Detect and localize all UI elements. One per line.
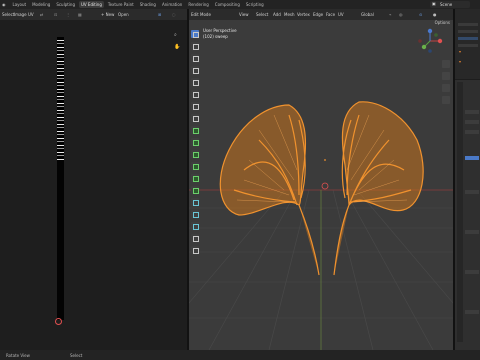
- ortho-toggle-icon[interactable]: [442, 96, 450, 104]
- move-tool[interactable]: [191, 54, 199, 62]
- tab-texture-paint[interactable]: Texture Paint: [106, 1, 136, 8]
- workspace-tabs: ◉ Layout Modeling Sculpting UV Editing T…: [0, 0, 268, 9]
- top-bar: ◉ Layout Modeling Sculpting UV Editing T…: [0, 0, 480, 9]
- scene-name: Scene: [440, 2, 453, 7]
- pan-view-icon[interactable]: [442, 72, 450, 80]
- uv-2d-cursor[interactable]: [55, 318, 62, 325]
- scene-icon: ▣: [432, 1, 436, 6]
- open-image-button[interactable]: Open: [118, 12, 129, 17]
- outliner-panel[interactable]: ▾ ▾: [455, 9, 480, 79]
- navigation-gizmo[interactable]: [415, 26, 445, 56]
- shading-icon[interactable]: ●: [433, 12, 437, 17]
- proportional-icon[interactable]: ◎: [399, 12, 403, 17]
- tab-animation[interactable]: Animation: [160, 1, 184, 8]
- property-field-active[interactable]: [465, 156, 479, 160]
- outliner-row[interactable]: [458, 23, 478, 26]
- poly-build-tool[interactable]: [191, 198, 199, 206]
- uv-image-menu[interactable]: Image: [14, 12, 27, 17]
- measure-tool[interactable]: [191, 114, 199, 122]
- status-left: Rotate View: [6, 353, 30, 358]
- loop-cut-tool[interactable]: [191, 174, 199, 182]
- tool-shelf: [191, 30, 201, 258]
- annotate-tool[interactable]: [191, 102, 199, 110]
- property-field[interactable]: [465, 120, 479, 124]
- cursor-tool[interactable]: [191, 42, 199, 50]
- mesh-object[interactable]: [189, 20, 453, 350]
- image-browse-icon[interactable]: ▦: [78, 12, 82, 17]
- uv-menu[interactable]: UV: [338, 12, 344, 17]
- tab-scripting[interactable]: Scripting: [244, 1, 266, 8]
- snap-icon[interactable]: ⌁: [389, 12, 391, 17]
- select-menu[interactable]: Select: [256, 12, 268, 17]
- tab-shading[interactable]: Shading: [138, 1, 158, 8]
- mode-selector[interactable]: Edit Mode: [191, 12, 211, 17]
- inset-tool[interactable]: [191, 150, 199, 158]
- properties-panel[interactable]: [455, 80, 480, 350]
- blender-icon[interactable]: ◉: [0, 1, 8, 8]
- uv-select-menu[interactable]: Select: [2, 12, 14, 17]
- properties-tab-bar[interactable]: [457, 82, 463, 342]
- uv-overlay-icon[interactable]: ⊞: [158, 12, 161, 17]
- spin-tool[interactable]: [191, 210, 199, 218]
- uv-sticky-icon[interactable]: ⋮: [66, 12, 70, 17]
- rip-tool[interactable]: [191, 246, 199, 254]
- uv-island-strip-lower: [57, 160, 64, 320]
- scale-tool[interactable]: [191, 78, 199, 86]
- knife-tool[interactable]: [191, 186, 199, 194]
- bevel-tool[interactable]: [191, 162, 199, 170]
- rotate-tool[interactable]: [191, 66, 199, 74]
- scene-selector[interactable]: Scene: [430, 1, 470, 8]
- transform-tool[interactable]: [191, 90, 199, 98]
- overlay-icon[interactable]: ⊙: [419, 12, 422, 17]
- smooth-tool[interactable]: [191, 222, 199, 230]
- property-field[interactable]: [465, 110, 479, 114]
- status-bar: Rotate View Select: [0, 350, 480, 360]
- add-cube-tool[interactable]: [191, 126, 199, 134]
- options-menu[interactable]: Options: [435, 20, 450, 25]
- uv-editor-area[interactable]: ⌕ ✋: [0, 20, 187, 350]
- add-menu[interactable]: Add: [273, 12, 281, 17]
- property-field[interactable]: [465, 190, 479, 194]
- status-middle: Select: [70, 353, 83, 358]
- view-name: User Perspective: [203, 28, 237, 33]
- edge-menu[interactable]: Edge: [313, 12, 323, 17]
- mesh-icon: ▾: [459, 59, 462, 64]
- mesh-menu[interactable]: Mesh: [284, 12, 295, 17]
- outliner-row[interactable]: [458, 44, 478, 47]
- outliner-row-selected[interactable]: [458, 37, 478, 40]
- zoom-icon[interactable]: ⌕: [174, 32, 177, 38]
- tab-layout[interactable]: Layout: [11, 1, 29, 8]
- property-field[interactable]: [465, 230, 479, 234]
- tab-sculpting[interactable]: Sculpting: [54, 1, 77, 8]
- tab-compositing[interactable]: Compositing: [213, 1, 242, 8]
- face-menu[interactable]: Face: [326, 12, 335, 17]
- uv-uv-menu[interactable]: UV: [28, 12, 34, 17]
- zoom-view-icon[interactable]: [442, 60, 450, 68]
- hand-pan-icon[interactable]: ✋: [174, 44, 180, 50]
- object-name: (102) sweep: [203, 34, 228, 39]
- property-field[interactable]: [465, 270, 479, 274]
- uv-view-icon[interactable]: ◌: [172, 12, 176, 17]
- view-menu[interactable]: View: [239, 12, 249, 17]
- tab-uv-editing[interactable]: UV Editing: [79, 1, 104, 8]
- camera-view-icon[interactable]: [442, 84, 450, 92]
- viewport-3d[interactable]: User Perspective (102) sweep Options: [189, 20, 453, 350]
- outliner-row[interactable]: [458, 30, 478, 33]
- property-field[interactable]: [465, 130, 479, 134]
- tab-rendering[interactable]: Rendering: [186, 1, 210, 8]
- shear-tool[interactable]: [191, 234, 199, 242]
- property-field[interactable]: [465, 310, 479, 314]
- object-icon: ▾: [459, 49, 462, 54]
- tab-modeling[interactable]: Modeling: [30, 1, 52, 8]
- transform-orientation[interactable]: Global: [361, 12, 374, 17]
- extrude-tool[interactable]: [191, 138, 199, 146]
- new-image-button[interactable]: + New: [101, 12, 114, 17]
- select-box-tool[interactable]: [191, 30, 199, 38]
- vertex-menu[interactable]: Vertex: [297, 12, 310, 17]
- uv-sync-icon[interactable]: ⇄: [40, 12, 43, 17]
- uv-pin-icon[interactable]: ⊡: [54, 12, 57, 17]
